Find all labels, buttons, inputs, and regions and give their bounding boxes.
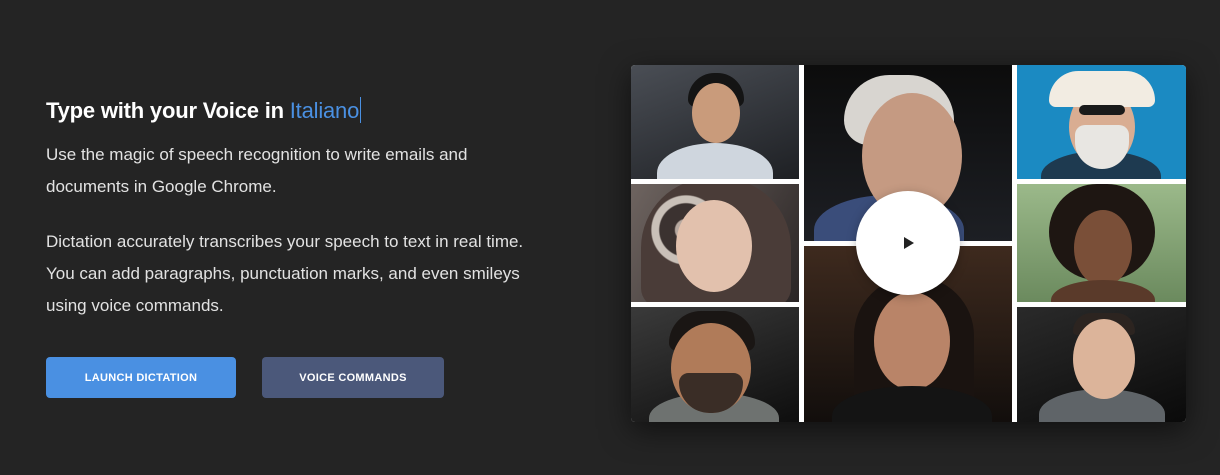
language-selector[interactable]: Italiano: [290, 98, 360, 123]
portrait-tile: [631, 184, 799, 302]
hero-title: Type with your Voice in Italiano: [46, 94, 526, 128]
portrait-tile: [631, 65, 799, 179]
title-prefix: Type with your Voice in: [46, 98, 290, 123]
portrait-tile: [1017, 184, 1186, 302]
voice-commands-button[interactable]: VOICE COMMANDS: [262, 357, 444, 398]
portrait-tile: [631, 307, 799, 422]
portrait-tile: [1017, 307, 1186, 422]
play-button[interactable]: [856, 191, 960, 295]
hero-text: Type with your Voice in Italiano Use the…: [46, 94, 526, 322]
portrait-tile: [1017, 65, 1186, 179]
intro-paragraph: Use the magic of speech recognition to w…: [46, 145, 468, 196]
description-paragraph: Dictation accurately transcribes your sp…: [46, 232, 524, 315]
text-caret: [360, 97, 362, 123]
video-thumbnail[interactable]: [631, 65, 1186, 422]
launch-dictation-button[interactable]: LAUNCH DICTATION: [46, 357, 236, 398]
play-icon: [904, 237, 914, 249]
